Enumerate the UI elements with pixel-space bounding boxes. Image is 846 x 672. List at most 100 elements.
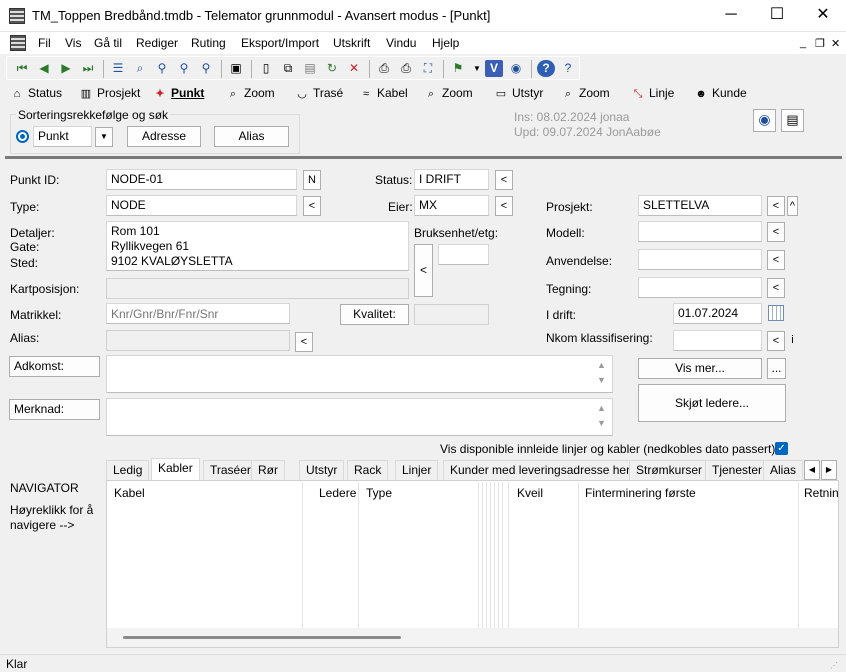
print-icon[interactable]: ⎙ [375,60,393,77]
prosjekt-input[interactable]: SLETTELVA [638,195,762,216]
matrikkel-input[interactable] [106,303,290,324]
menu-fil[interactable]: Fil [38,36,51,50]
refresh-icon[interactable]: ↻ [323,60,341,77]
tab-zoom-punkt[interactable]: ⌕ Zoom [226,84,275,102]
save-icon[interactable]: ▤ [301,60,319,77]
tab-zoom-kabel[interactable]: ⌕ Zoom [424,84,473,102]
calendar-icon[interactable] [768,305,784,321]
first-record-icon[interactable]: ⏮ [13,60,31,77]
tab-utstyr-bottom[interactable]: Utstyr [299,460,345,480]
next-record-icon[interactable]: ▶ [57,60,75,77]
menu-ruting[interactable]: Ruting [191,36,226,50]
type-arrow-button[interactable]: < [303,196,321,216]
tab-zoom-utstyr[interactable]: ⌕ Zoom [561,84,610,102]
resize-grip[interactable]: ⋰ [830,661,838,670]
address-arrow-button[interactable]: < [414,244,433,297]
cables-grid[interactable] [106,480,839,648]
column-header-retning[interactable]: Retnin [804,486,838,500]
list-icon[interactable]: ☰ [109,60,127,77]
search-next-icon[interactable]: ⚲ [175,60,193,77]
skjot-ledere-button[interactable]: Skjøt ledere... [638,384,786,422]
kvalitet-input[interactable] [414,304,489,325]
tab-traseer[interactable]: Traséer [203,460,258,480]
mdi-restore-button[interactable]: ❐ [815,37,825,50]
column-header-ledere[interactable]: Ledere [319,486,356,500]
kartposisjon-input[interactable] [106,278,409,299]
search-icon[interactable]: ⚲ [153,60,171,77]
tegning-arrow-button[interactable]: < [767,278,785,298]
tab-kabel[interactable]: ≈ Kabel [359,84,408,102]
print-preview-icon[interactable]: ⎙ [397,60,415,77]
kvalitet-button[interactable]: Kvalitet: [340,304,409,325]
menu-eksport-import[interactable]: Eksport/Import [241,36,319,50]
address-textarea[interactable]: Rom 101 Ryllikvegen 61 9102 KVALØYSLETTA [106,221,409,271]
context-help-icon[interactable]: ? [559,60,577,77]
scrollbar-thumb[interactable] [123,636,401,639]
punkt-id-input[interactable]: NODE-01 [106,169,297,190]
tab-kunde[interactable]: ☻ Kunde [694,84,747,102]
n-button[interactable]: N [303,170,321,190]
globe-icon[interactable]: ◉ [507,60,525,77]
eier-arrow-button[interactable]: < [495,196,513,216]
grid-horizontal-scrollbar[interactable] [107,628,838,647]
search-filter-icon[interactable]: ⚲ [197,60,215,77]
idrift-input[interactable]: 01.07.2024 [673,303,762,324]
alias-arrow-button[interactable]: < [295,332,313,352]
tab-kabler[interactable]: Kabler [151,458,200,481]
nkom-info-button[interactable]: i [787,331,798,351]
v-icon[interactable]: V [485,60,503,77]
adkomst-textarea[interactable] [106,355,613,393]
minimize-button[interactable]: ─ [708,0,754,32]
tab-linje[interactable]: ⤡ Linje [631,84,675,102]
prosjekt-up-button[interactable]: ^ [787,196,798,216]
network-icon[interactable]: ⛶ [419,60,437,77]
clipboard-button[interactable]: ▤ [781,109,804,132]
tab-stromkurser[interactable]: Strømkurser [629,460,709,480]
alias-sort-button[interactable]: Alias [214,126,289,147]
mdi-app-icon[interactable] [10,35,26,51]
status-input[interactable]: I DRIFT [414,169,489,190]
tab-linjer[interactable]: Linjer [395,460,439,480]
tabs-scroll-right-button[interactable]: ▶ [821,460,837,480]
new-icon[interactable]: ▯ [257,60,275,77]
vis-disponible-checkbox[interactable]: ✓ [775,442,788,455]
tabs-scroll-left-button[interactable]: ◀ [804,460,820,480]
vis-mer-button[interactable]: Vis mer... [638,358,762,379]
modell-arrow-button[interactable]: < [767,222,785,242]
tab-kunder[interactable]: Kunder med leveringsadresse her [443,460,638,480]
map-dropdown-icon[interactable]: ▼ [468,60,486,77]
previous-record-icon[interactable]: ◀ [35,60,53,77]
mdi-minimize-button[interactable]: _ [800,37,806,49]
tab-utstyr[interactable]: ▭ Utstyr [494,84,544,102]
menu-vis[interactable]: Vis [65,36,81,50]
sort-select[interactable]: Punkt [33,126,92,147]
menu-rediger[interactable]: Rediger [136,36,178,50]
column-header-kabel[interactable]: Kabel [114,486,145,500]
status-arrow-button[interactable]: < [495,170,513,190]
zoom-window-icon[interactable]: ⌕ [131,60,149,77]
tegning-input[interactable] [638,277,762,298]
tab-status[interactable]: ⌂ Status [10,84,62,102]
close-button[interactable]: ✕ [800,0,846,32]
adkomst-button[interactable]: Adkomst: [9,356,100,377]
globe-button[interactable]: ◉ [753,109,776,132]
column-header-kveil[interactable]: Kveil [517,486,543,500]
adkomst-scrollbar[interactable]: ▲ ▼ [597,358,606,388]
tab-trase[interactable]: ◡ Trasé [295,84,343,102]
tab-rack[interactable]: Rack [347,460,389,480]
sort-radio[interactable] [16,130,29,143]
alias-input[interactable] [106,330,290,351]
merknad-scrollbar[interactable]: ▲ ▼ [597,401,606,431]
tab-prosjekt[interactable]: ▥ Prosjekt [79,84,141,102]
camera-icon[interactable]: ▣ [227,60,245,77]
type-input[interactable]: NODE [106,195,297,216]
sort-dropdown-button[interactable]: ▼ [95,127,113,147]
menu-vindu[interactable]: Vindu [386,36,416,50]
tab-tjenester[interactable]: Tjenester [705,460,770,480]
last-record-icon[interactable]: ⏭ [79,60,97,77]
help-icon[interactable]: ? [537,60,555,77]
menu-hjelp[interactable]: Hjelp [432,36,459,50]
bruksenhet-input[interactable] [438,244,489,265]
anvendelse-arrow-button[interactable]: < [767,250,785,270]
menu-ga-til[interactable]: Gå til [94,36,122,50]
